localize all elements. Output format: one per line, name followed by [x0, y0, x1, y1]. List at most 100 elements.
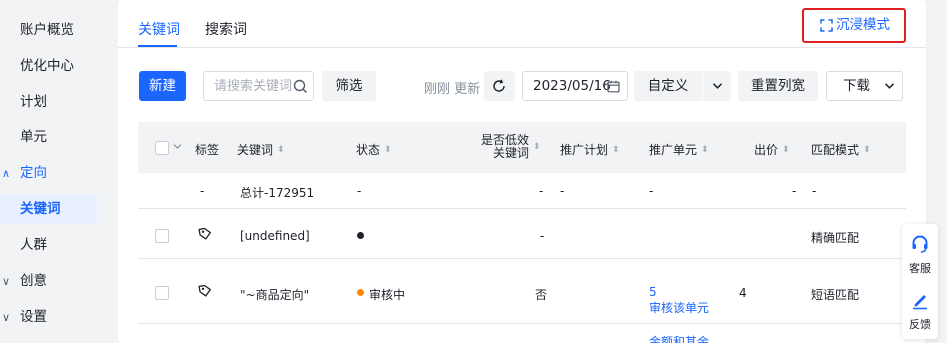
custom-range-select[interactable]: 自定义	[634, 71, 731, 101]
customer-service-button[interactable]: 客服	[902, 234, 938, 276]
sidebar-item-label: 优化中心	[20, 58, 74, 74]
sidebar-item-account-overview[interactable]: 账户概览	[0, 15, 97, 45]
sidebar-item-plan[interactable]: 计划	[0, 87, 97, 117]
partial-row-link[interactable]: 金额和其余	[649, 333, 709, 343]
column-header-label: 匹配模式	[811, 143, 860, 157]
sidebar-item-optimization[interactable]: 优化中心	[0, 51, 97, 81]
sort-icon[interactable]: ⬍	[612, 146, 620, 155]
tabs-divider	[118, 47, 926, 48]
column-header-label: 状态	[356, 143, 381, 157]
edit-icon	[913, 295, 927, 310]
sidebar-item-label: 创意	[20, 273, 47, 289]
column-header-label: 关键词	[493, 146, 530, 160]
chevron-down-icon	[712, 83, 723, 89]
sidebar-group-targeting[interactable]: ∧ 定向	[0, 158, 97, 188]
column-header-plan[interactable]: 推广计划 ⬍	[560, 141, 620, 158]
sidebar-item-label: 定向	[20, 165, 47, 181]
column-header-label: 推广单元	[649, 143, 698, 157]
sort-icon[interactable]: ⬍	[701, 146, 709, 155]
column-header-label: 出价	[754, 143, 779, 157]
floating-help-panel: 客服 反馈	[902, 224, 938, 339]
unit-link[interactable]: 5	[649, 285, 657, 299]
filter-button[interactable]: 筛选	[322, 71, 376, 101]
tab-search-terms[interactable]: 搜索词	[205, 19, 247, 39]
immersive-mode-label: 沉浸模式	[836, 17, 890, 33]
total-bid: -	[792, 184, 797, 198]
sidebar-group-creative[interactable]: ∨ 创意	[0, 266, 97, 296]
custom-range-label: 自定义	[647, 78, 689, 94]
date-value: 2023/05/16	[533, 78, 611, 94]
total-status: -	[357, 184, 362, 198]
chevron-down-icon: ∨	[2, 311, 11, 324]
feedback-label: 反馈	[909, 318, 931, 331]
search-box	[203, 71, 314, 101]
calendar-icon	[607, 80, 620, 93]
chevron-down-icon[interactable]	[173, 143, 182, 150]
tag-icon[interactable]	[198, 227, 212, 241]
sidebar: 账户概览 优化中心 计划 单元 ∧ 定向 关键词 人群 ∨ 创意 ∨ 设置	[0, 0, 108, 343]
total-match: -	[812, 184, 817, 198]
sort-icon[interactable]: ⬍	[863, 146, 871, 155]
column-header-low-effect[interactable]: 是否低效 关键词 ⬍	[481, 134, 541, 160]
search-input[interactable]	[214, 78, 294, 94]
low-effect-cell: -	[540, 229, 545, 243]
row-checkbox[interactable]	[155, 286, 169, 300]
chevron-down-icon	[884, 83, 895, 89]
column-header-unit[interactable]: 推广单元 ⬍	[649, 141, 709, 158]
review-unit-link[interactable]: 审核该单元	[649, 299, 709, 316]
search-icon[interactable]	[293, 79, 308, 94]
column-header-tag: 标签	[195, 143, 220, 157]
sidebar-item-label: 账户概览	[20, 22, 74, 38]
sort-icon[interactable]: ⬍	[533, 142, 541, 152]
sidebar-item-label: 设置	[20, 309, 47, 325]
row-checkbox[interactable]	[155, 229, 169, 243]
column-header-status[interactable]: 状态 ⬍	[356, 141, 392, 158]
tab-keywords[interactable]: 关键词	[138, 19, 180, 39]
column-header-label: 推广计划	[560, 143, 609, 157]
tag-icon[interactable]	[198, 284, 212, 298]
sidebar-item-label: 关键词	[20, 201, 61, 217]
total-plan: -	[560, 184, 565, 198]
new-button[interactable]: 新建	[139, 71, 186, 101]
sidebar-item-label: 人群	[20, 237, 47, 253]
row-divider	[138, 258, 906, 259]
low-effect-cell: 否	[535, 288, 548, 302]
custom-range-divider	[702, 71, 703, 101]
table-header: 标签 关键词 ⬍ 状态 ⬍ 是否低效 关键词 ⬍ 推广计划 ⬍ 推广单元 ⬍ 出价 ⬍ 匹…	[138, 122, 906, 173]
column-header-match[interactable]: 匹配模式 ⬍	[811, 141, 871, 158]
total-low-effect: -	[539, 184, 544, 198]
sort-icon[interactable]: ⬍	[782, 146, 790, 155]
main-panel: 关键词 搜索词 沉浸模式 新建 筛选 刚刚 更新 2023/05/16 自定义	[118, 0, 926, 343]
refresh-button[interactable]	[484, 71, 515, 101]
refresh-status: 刚刚 更新	[424, 82, 481, 97]
sidebar-item-unit[interactable]: 单元	[0, 122, 97, 152]
reset-column-width-button[interactable]: 重置列宽	[738, 71, 818, 101]
sidebar-item-keywords[interactable]: 关键词	[0, 194, 97, 224]
download-label: 下载	[843, 78, 870, 94]
column-header-keyword[interactable]: 关键词 ⬍	[237, 141, 285, 158]
sidebar-item-audience[interactable]: 人群	[0, 230, 97, 260]
column-header-label: 关键词	[237, 143, 274, 157]
headset-icon	[912, 235, 928, 253]
date-picker[interactable]: 2023/05/16	[522, 71, 628, 101]
select-all-checkbox[interactable]	[155, 141, 169, 155]
download-button[interactable]: 下载	[826, 71, 903, 101]
keyword-cell: "~商品定向"	[240, 288, 310, 302]
sort-icon[interactable]: ⬍	[277, 146, 285, 155]
match-cell: 短语匹配	[811, 288, 860, 302]
keyword-cell: [undefined]	[240, 229, 310, 243]
status-dot	[357, 289, 364, 296]
sort-icon[interactable]: ⬍	[384, 146, 392, 155]
match-cell: 精确匹配	[811, 231, 860, 245]
refresh-icon	[493, 79, 505, 92]
total-tag: -	[200, 184, 205, 198]
column-header-bid[interactable]: 出价 ⬍	[754, 141, 790, 158]
total-unit: -	[649, 184, 654, 198]
sidebar-item-label: 单元	[20, 129, 47, 145]
sidebar-group-settings[interactable]: ∨ 设置	[0, 302, 97, 332]
expand-icon	[820, 19, 833, 32]
immersive-mode-button[interactable]: 沉浸模式	[802, 8, 906, 43]
feedback-button[interactable]: 反馈	[902, 290, 938, 332]
bid-cell: 4	[739, 286, 747, 300]
row-divider	[138, 323, 906, 324]
